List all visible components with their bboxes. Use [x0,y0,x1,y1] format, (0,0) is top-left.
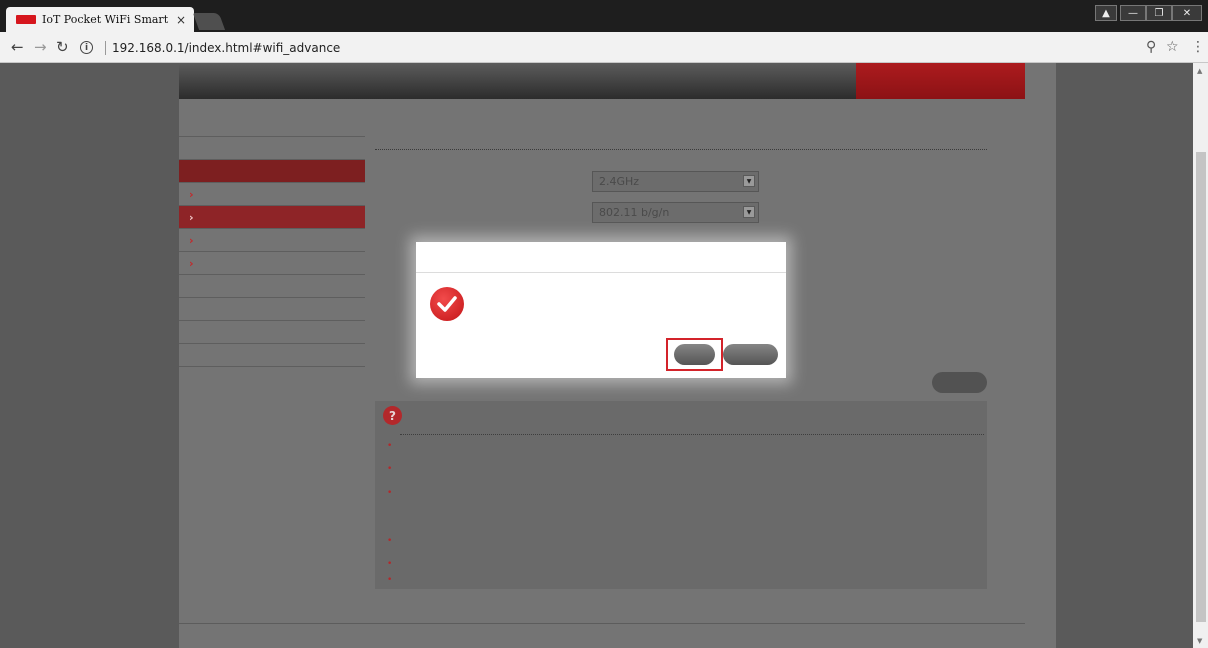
sidebar-menu: › › › › [179,114,365,367]
chevron-right-icon: › [189,188,194,201]
bullet: • [387,575,393,585]
chevron-right-icon: › [189,257,194,270]
help-item: • [387,488,397,498]
band-select[interactable]: 2.4GHz ▼ [592,171,759,192]
nav-settings[interactable] [855,63,1026,99]
star-icon[interactable]: ☆ [1166,39,1179,55]
mode-select[interactable]: 802.11 b/g/n ▼ [592,202,759,223]
scroll-up-icon[interactable]: ▲ [1197,67,1202,75]
help-item: • [387,559,397,569]
scrollbar-thumb[interactable] [1196,152,1206,622]
key-icon[interactable]: ⚲ [1146,39,1156,55]
checkmark-glyph [437,296,457,312]
mode-row: 802.11 b/g/n ▼ [375,202,987,226]
back-icon[interactable]: ← [11,38,24,56]
help-icon: ? [383,406,402,425]
bullet: • [387,536,393,546]
help-item: • [387,441,397,451]
sidebar-item-internet-wifi[interactable] [179,344,365,367]
sidebar-item-wifi-basic[interactable]: › [179,183,365,206]
mode-value: 802.11 b/g/n [599,206,670,219]
sidebar-item-firewall[interactable] [179,298,365,321]
sidebar-item-wifi-advanced[interactable]: › [179,206,365,229]
browser-tab[interactable]: IoT Pocket WiFi Smart I × [6,7,194,32]
scroll-down-icon[interactable]: ▼ [1197,637,1202,645]
sidebar-item-wps[interactable]: › [179,252,365,275]
nav-phonebook[interactable] [686,63,856,99]
help-item: • [387,536,397,546]
browser-titlebar: IoT Pocket WiFi Smart I × ▲ — ❐ ✕ [0,0,1208,32]
help-divider [400,434,984,435]
chevron-down-icon: ▼ [743,175,755,187]
sidebar-item-router[interactable] [179,321,365,344]
sidebar-item-network[interactable] [179,137,365,160]
minimize-button[interactable]: — [1120,5,1146,21]
help-item: • [387,575,397,585]
bullet: • [387,464,393,474]
tab-title: IoT Pocket WiFi Smart I [42,13,170,26]
bullet: • [387,441,393,451]
check-icon [430,287,464,321]
info-icon[interactable]: i [80,41,93,54]
nav-messages[interactable] [517,63,687,99]
main-area: 2.4GHz ▼ 802.11 b/g/n ▼ [375,114,987,223]
yes-button[interactable] [674,344,715,365]
new-tab-button[interactable] [192,13,226,30]
footer-divider [179,623,1025,624]
sidebar-item-device[interactable] [179,275,365,298]
chevron-down-icon: ▼ [743,206,755,218]
band-value: 2.4GHz [599,175,640,188]
no-button[interactable] [723,344,778,365]
address-divider [105,40,106,55]
forward-icon[interactable]: → [34,38,47,56]
ok-button[interactable] [932,372,987,393]
top-navigation [179,63,1026,99]
favicon-icon [16,15,36,24]
window-close-button[interactable]: ✕ [1172,5,1202,21]
page-title [375,114,987,150]
url-text[interactable]: 192.168.0.1/index.html#wifi_advance [112,41,340,55]
bullet: • [387,488,393,498]
confirm-dialog [416,242,786,378]
reload-icon[interactable]: ↻ [56,38,69,56]
sidebar-item-wifi[interactable] [179,160,365,183]
help-item: • [387,464,397,474]
restore-button[interactable]: ❐ [1146,5,1172,21]
help-panel: ? • • • • • • [375,401,987,589]
sidebar-item-quick-setup[interactable] [179,114,365,137]
bullet: • [387,559,393,569]
address-bar: ← → ↻ i 192.168.0.1/index.html#wifi_adva… [0,32,1208,63]
profile-icon[interactable]: ▲ [1095,5,1117,21]
nav-info[interactable] [348,63,518,99]
dialog-divider [416,272,786,273]
omnibox[interactable]: i 192.168.0.1/index.html#wifi_advance [80,37,1168,58]
menu-icon[interactable]: ⋮ [1191,39,1205,55]
nav-home[interactable] [179,63,349,99]
chevron-right-icon: › [189,234,194,247]
band-row: 2.4GHz ▼ [375,171,987,195]
sidebar-item-accounts[interactable]: › [179,229,365,252]
chevron-right-icon: › [189,211,194,224]
tab-close-icon[interactable]: × [176,13,186,27]
